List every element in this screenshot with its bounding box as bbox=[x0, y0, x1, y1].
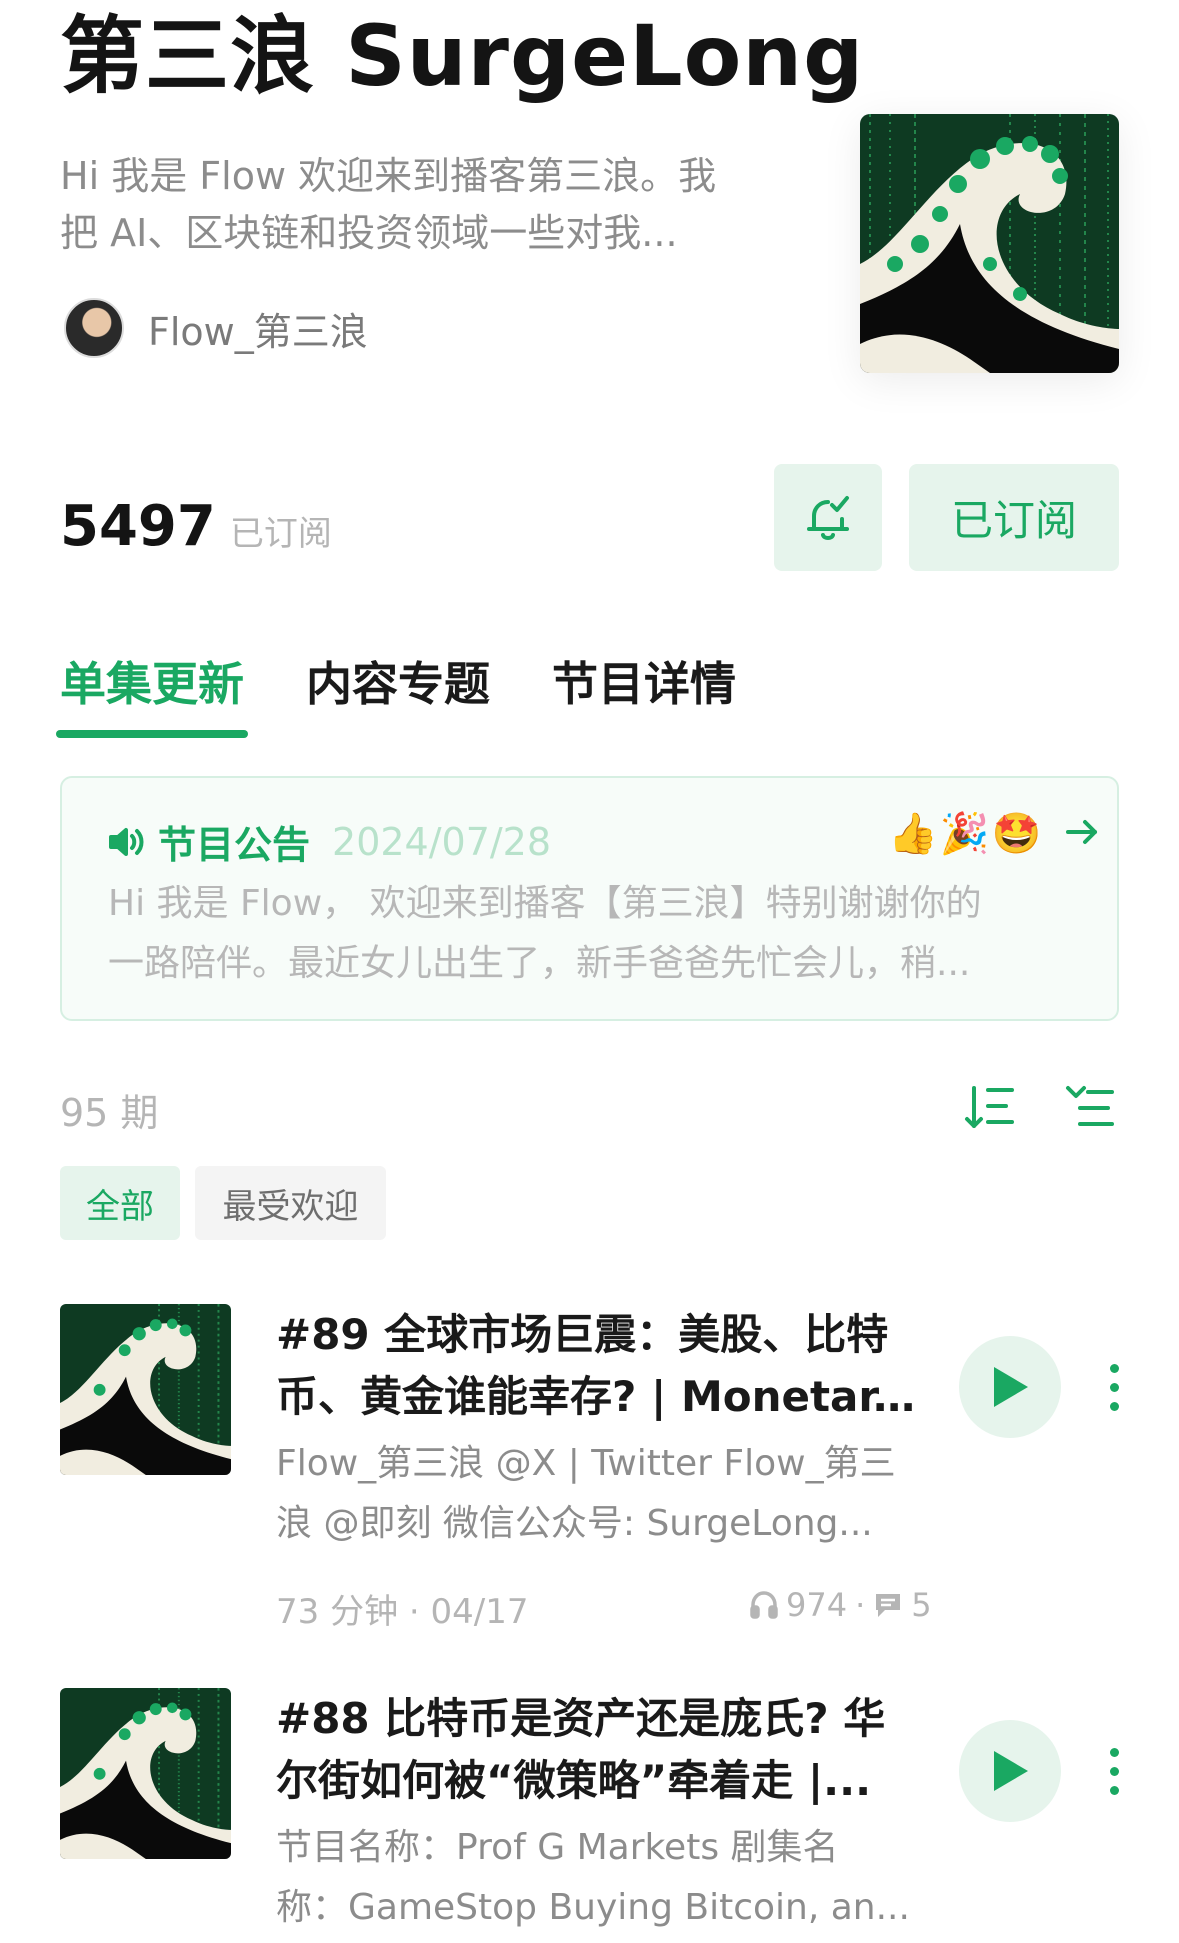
episode-desc-line-1: 节目名称：Prof G Markets 剧集名 bbox=[276, 1827, 839, 1868]
episode-title-line-1: #89 全球市场巨震：美股、比特 bbox=[276, 1310, 889, 1359]
episode-count: 95 期 bbox=[60, 1091, 159, 1135]
notification-button[interactable] bbox=[774, 464, 882, 571]
list-filter-icon[interactable] bbox=[1064, 1082, 1116, 1134]
episode-stats: 974 · 5 bbox=[748, 1586, 932, 1624]
speaker-icon bbox=[109, 827, 144, 856]
episode-cover-image bbox=[60, 1304, 231, 1475]
podcast-title: 第三浪 SurgeLong bbox=[60, 7, 865, 105]
author-name[interactable]: Flow_第三浪 bbox=[148, 301, 368, 356]
arrow-right-icon[interactable] bbox=[1062, 812, 1102, 852]
author-row[interactable]: Flow_第三浪 bbox=[64, 298, 368, 358]
episode-description: 节目名称：Prof G Markets 剧集名 称：GameStop Buyin… bbox=[276, 1818, 916, 1938]
description-line-1: Hi 我是 Flow 欢迎来到播客第三浪。我 bbox=[60, 154, 717, 198]
episode-duration-date: 73 分钟 · 04/17 bbox=[276, 1592, 529, 1632]
episode-title-line-1: #88 比特币是资产还是庞氏? 华 bbox=[276, 1694, 886, 1743]
episode-cover-image bbox=[60, 1688, 231, 1859]
tab-episodes[interactable]: 单集更新 bbox=[56, 648, 248, 738]
announcement-body: Hi 我是 Flow， 欢迎来到播客【第三浪】特别谢谢你的 一路陪伴。最近女儿出… bbox=[108, 874, 1068, 994]
episode-title[interactable]: #88 比特币是资产还是庞氏? 华 尔街如何被“微策略”牵着走 |... bbox=[276, 1688, 916, 1812]
tab-topics[interactable]: 内容专题 bbox=[306, 648, 490, 714]
episode-description: Flow_第三浪 @X | Twitter Flow_第三 浪 @即刻 微信公众… bbox=[276, 1434, 916, 1554]
subscribe-button[interactable]: 已订阅 bbox=[909, 464, 1119, 571]
subscriber-count: 5497 bbox=[60, 494, 216, 559]
announcement-date: 2024/07/28 bbox=[332, 819, 552, 864]
author-avatar[interactable] bbox=[64, 298, 124, 358]
headphones-icon bbox=[750, 1591, 778, 1619]
comment-icon bbox=[876, 1594, 901, 1617]
episode-desc-line-2: 称：GameStop Buying Bitcoin, an... bbox=[276, 1887, 910, 1928]
announcement-line-2: 一路陪伴。最近女儿出生了，新手爸爸先忙会儿，稍... bbox=[108, 943, 971, 984]
episode-title[interactable]: #89 全球市场巨震：美股、比特 币、黄金谁能幸存? | Monetar... bbox=[276, 1304, 916, 1428]
episode-desc-line-1: Flow_第三浪 @X | Twitter Flow_第三 bbox=[276, 1443, 896, 1484]
episode-play-count: 974 bbox=[786, 1586, 848, 1624]
filter-all[interactable]: 全部 bbox=[60, 1166, 180, 1240]
play-button[interactable] bbox=[959, 1720, 1061, 1822]
episode-title-line-2: 币、黄金谁能幸存? | Monetar... bbox=[276, 1372, 916, 1421]
announcement-title: 节目公告 bbox=[158, 823, 311, 867]
more-options-button[interactable] bbox=[1104, 1748, 1124, 1805]
podcast-cover-image bbox=[860, 114, 1119, 373]
tab-details[interactable]: 节目详情 bbox=[552, 648, 736, 714]
filter-popular[interactable]: 最受欢迎 bbox=[195, 1166, 386, 1240]
description-line-2: 把 AI、区块链和投资领域一些对我... bbox=[60, 211, 678, 255]
reaction-emojis: 👍🎉🤩 bbox=[888, 811, 1044, 857]
sort-desc-icon[interactable] bbox=[964, 1082, 1016, 1134]
play-button[interactable] bbox=[959, 1336, 1061, 1438]
episode-title-line-2: 尔街如何被“微策略”牵着走 |... bbox=[276, 1756, 872, 1805]
announcement-line-1: Hi 我是 Flow， 欢迎来到播客【第三浪】特别谢谢你的 bbox=[108, 883, 982, 924]
bell-check-icon bbox=[807, 495, 849, 540]
episode-comment-count: 5 bbox=[911, 1586, 932, 1624]
subscriber-stats: 5497 已订阅 bbox=[60, 494, 332, 559]
more-vertical-icon bbox=[1109, 1748, 1119, 1757]
episode-desc-line-2: 浪 @即刻 微信公众号: SurgeLong... bbox=[276, 1503, 873, 1544]
play-icon bbox=[994, 1751, 1028, 1791]
play-icon bbox=[994, 1367, 1028, 1407]
announcement-card[interactable]: 节目公告 2024/07/28 👍🎉🤩 Hi 我是 Flow， 欢迎来到播客【第… bbox=[60, 776, 1119, 1021]
more-vertical-icon bbox=[1109, 1364, 1119, 1373]
announcement-header: 节目公告 2024/07/28 bbox=[108, 814, 551, 869]
stats-separator: · bbox=[855, 1586, 866, 1624]
subscriber-label: 已订阅 bbox=[229, 514, 332, 554]
podcast-description[interactable]: Hi 我是 Flow 欢迎来到播客第三浪。我 把 AI、区块链和投资领域一些对我… bbox=[60, 148, 780, 262]
content-tabs: 单集更新 内容专题 节目详情 bbox=[56, 648, 798, 738]
more-options-button[interactable] bbox=[1104, 1364, 1124, 1421]
